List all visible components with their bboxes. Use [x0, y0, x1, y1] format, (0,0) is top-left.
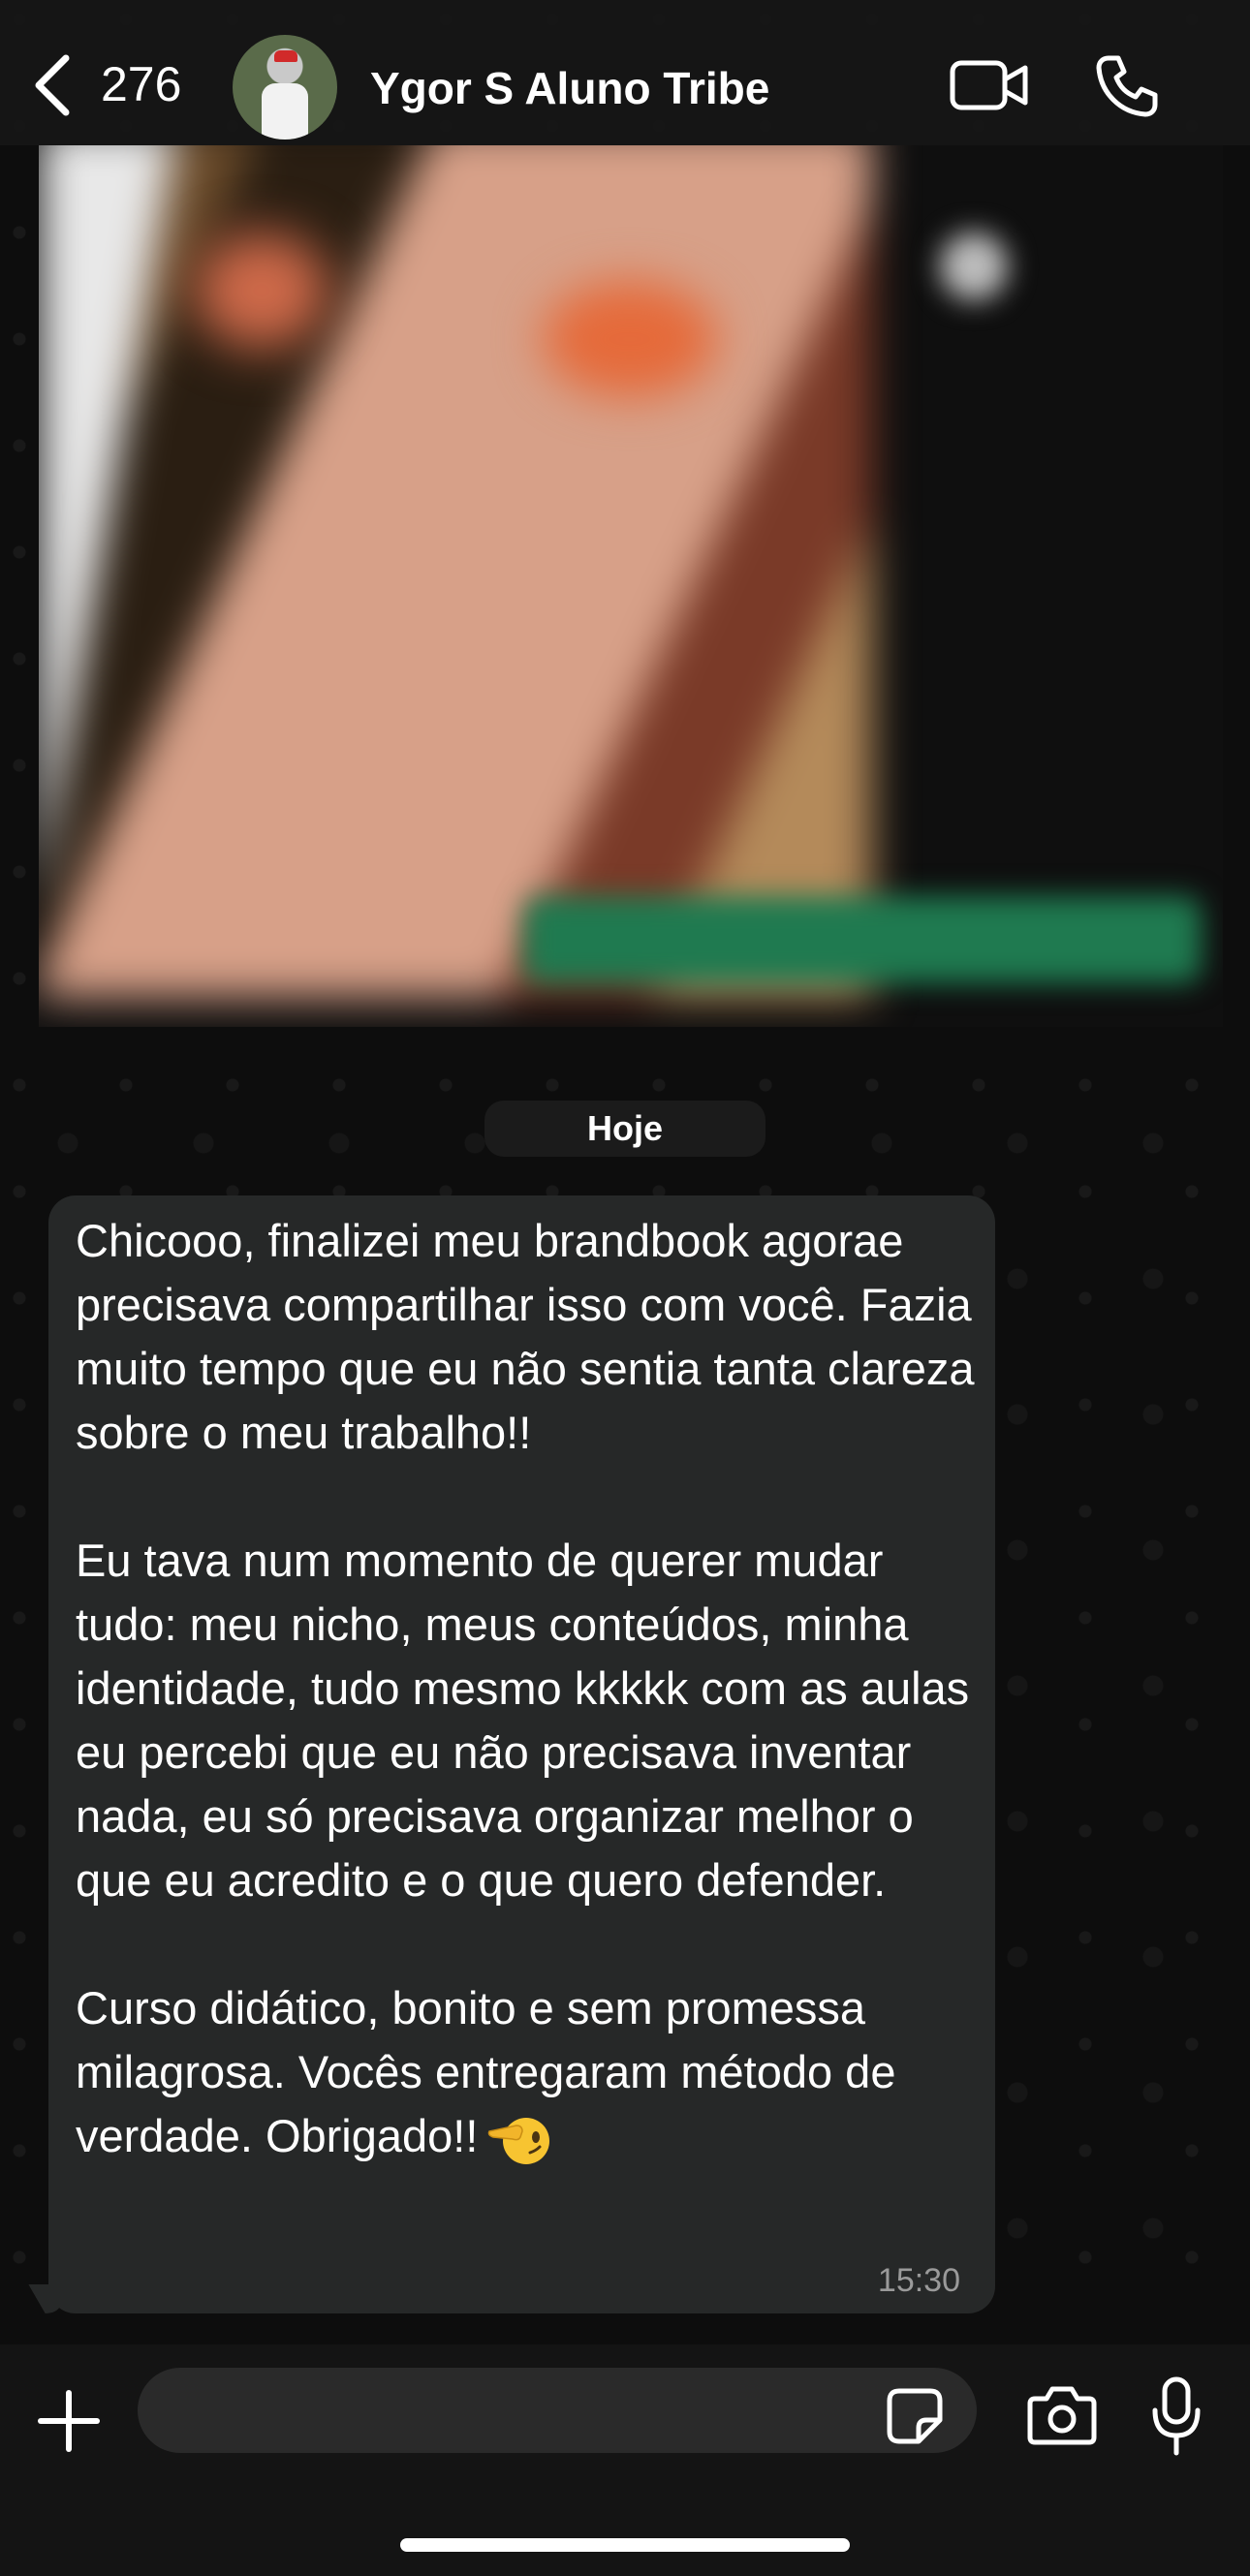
message-input[interactable] — [138, 2368, 977, 2453]
message-timestamp: 15:30 — [877, 2262, 960, 2299]
date-separator: Hoje — [484, 1101, 766, 1157]
avatar[interactable] — [233, 35, 337, 140]
phone-icon[interactable] — [1095, 54, 1159, 118]
blurred-outgoing-message — [523, 896, 1202, 983]
blurred-media-message — [39, 145, 1223, 1027]
microphone-icon[interactable] — [1151, 2375, 1202, 2457]
plus-icon[interactable] — [37, 2389, 101, 2453]
message-paragraph: Chicooo, finalizei meu brandbook agorae … — [76, 1215, 975, 1458]
unread-count[interactable]: 276 — [101, 56, 181, 112]
sticker-icon[interactable] — [886, 2387, 944, 2445]
chat-header: 276 Ygor S Aluno Tribe — [0, 0, 1250, 145]
chevron-left-icon[interactable] — [33, 54, 72, 116]
contact-name[interactable]: Ygor S Aluno Tribe — [370, 62, 769, 114]
message-text: Chicooo, finalizei meu brandbook agorae … — [76, 1209, 977, 2168]
incoming-message-bubble[interactable]: Chicooo, finalizei meu brandbook agorae … — [28, 1195, 995, 2313]
saluting-face-icon — [488, 2117, 550, 2164]
video-call-icon[interactable] — [950, 60, 1029, 110]
blurred-photo[interactable] — [39, 145, 872, 998]
home-indicator — [400, 2538, 850, 2552]
message-paragraph: Eu tava num momento de querer mudar tudo… — [76, 1535, 970, 1906]
message-input-bar — [0, 2344, 1250, 2576]
camera-icon[interactable] — [1027, 2385, 1097, 2445]
message-paragraph: Curso didático, bonito e sem promessa mi… — [76, 1976, 977, 2168]
